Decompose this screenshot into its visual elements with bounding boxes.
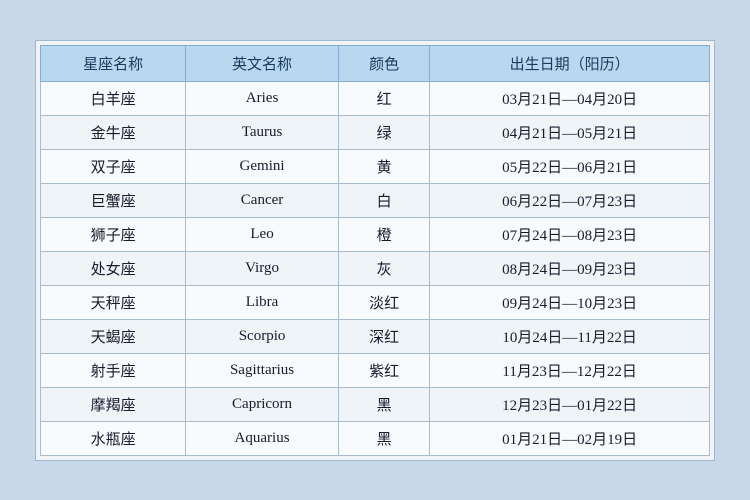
table-row: 天秤座Libra淡红09月24日—10月23日 [41,285,710,319]
header-english-name: 英文名称 [186,45,339,81]
cell-chinese-name: 射手座 [41,353,186,387]
cell-dates: 09月24日—10月23日 [430,285,710,319]
table-row: 天蝎座Scorpio深红10月24日—11月22日 [41,319,710,353]
table-row: 金牛座Taurus绿04月21日—05月21日 [41,115,710,149]
table-row: 水瓶座Aquarius黑01月21日—02月19日 [41,421,710,455]
cell-english-name: Taurus [186,115,339,149]
cell-english-name: Aquarius [186,421,339,455]
cell-color: 深红 [338,319,429,353]
cell-english-name: Gemini [186,149,339,183]
cell-english-name: Scorpio [186,319,339,353]
cell-color: 红 [338,81,429,115]
table-row: 狮子座Leo橙07月24日—08月23日 [41,217,710,251]
cell-dates: 10月24日—11月22日 [430,319,710,353]
cell-color: 紫红 [338,353,429,387]
cell-color: 黑 [338,387,429,421]
cell-english-name: Sagittarius [186,353,339,387]
header-dates: 出生日期（阳历） [430,45,710,81]
table-header-row: 星座名称 英文名称 颜色 出生日期（阳历） [41,45,710,81]
table-row: 处女座Virgo灰08月24日—09月23日 [41,251,710,285]
table-row: 双子座Gemini黄05月22日—06月21日 [41,149,710,183]
cell-chinese-name: 白羊座 [41,81,186,115]
cell-chinese-name: 双子座 [41,149,186,183]
cell-dates: 05月22日—06月21日 [430,149,710,183]
header-chinese-name: 星座名称 [41,45,186,81]
zodiac-table-container: 星座名称 英文名称 颜色 出生日期（阳历） 白羊座Aries红03月21日—04… [35,40,715,461]
cell-chinese-name: 天秤座 [41,285,186,319]
cell-english-name: Leo [186,217,339,251]
cell-dates: 08月24日—09月23日 [430,251,710,285]
cell-color: 黄 [338,149,429,183]
cell-dates: 04月21日—05月21日 [430,115,710,149]
cell-chinese-name: 巨蟹座 [41,183,186,217]
cell-english-name: Cancer [186,183,339,217]
cell-chinese-name: 水瓶座 [41,421,186,455]
cell-chinese-name: 金牛座 [41,115,186,149]
table-row: 摩羯座Capricorn黑12月23日—01月22日 [41,387,710,421]
cell-chinese-name: 天蝎座 [41,319,186,353]
table-row: 白羊座Aries红03月21日—04月20日 [41,81,710,115]
cell-english-name: Virgo [186,251,339,285]
cell-color: 白 [338,183,429,217]
cell-color: 绿 [338,115,429,149]
table-row: 巨蟹座Cancer白06月22日—07月23日 [41,183,710,217]
cell-color: 黑 [338,421,429,455]
zodiac-table: 星座名称 英文名称 颜色 出生日期（阳历） 白羊座Aries红03月21日—04… [40,45,710,456]
cell-color: 淡红 [338,285,429,319]
cell-english-name: Libra [186,285,339,319]
cell-english-name: Capricorn [186,387,339,421]
cell-dates: 07月24日—08月23日 [430,217,710,251]
cell-chinese-name: 摩羯座 [41,387,186,421]
cell-color: 橙 [338,217,429,251]
cell-chinese-name: 狮子座 [41,217,186,251]
cell-dates: 03月21日—04月20日 [430,81,710,115]
cell-dates: 06月22日—07月23日 [430,183,710,217]
cell-chinese-name: 处女座 [41,251,186,285]
header-color: 颜色 [338,45,429,81]
cell-dates: 11月23日—12月22日 [430,353,710,387]
table-row: 射手座Sagittarius紫红11月23日—12月22日 [41,353,710,387]
cell-english-name: Aries [186,81,339,115]
cell-dates: 01月21日—02月19日 [430,421,710,455]
cell-dates: 12月23日—01月22日 [430,387,710,421]
cell-color: 灰 [338,251,429,285]
